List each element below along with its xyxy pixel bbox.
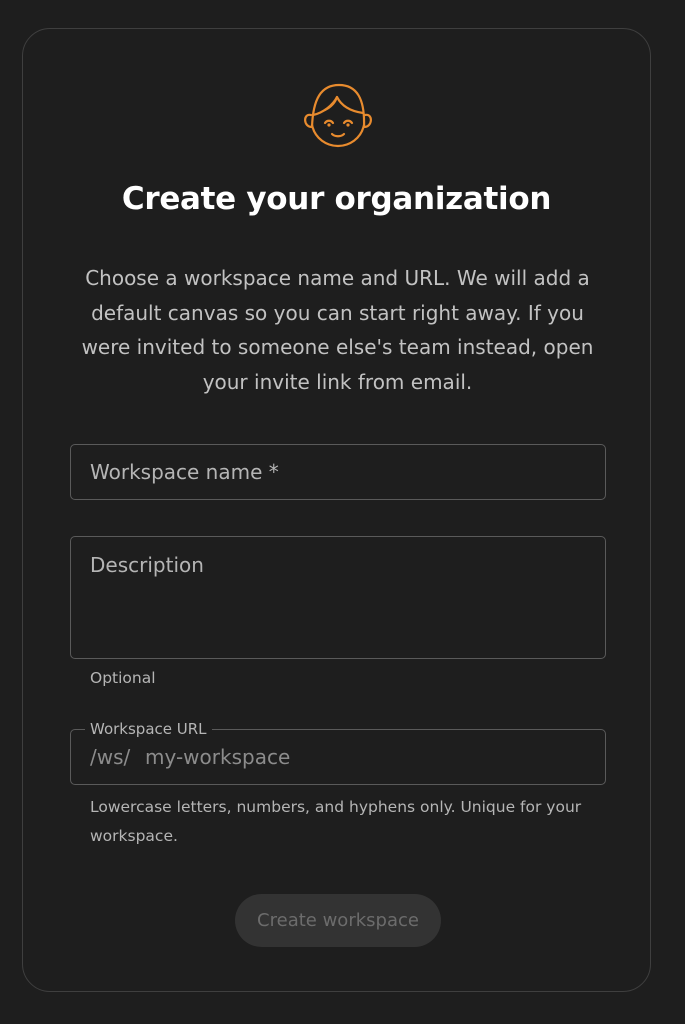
create-organization-card: Create your organization Choose a worksp… <box>22 28 651 992</box>
workspace-url-prefix: /ws/ <box>90 745 131 769</box>
workspace-name-placeholder: Workspace name * <box>90 460 279 484</box>
workspace-url-input[interactable] <box>145 740 585 774</box>
description-helper-text: Optional <box>90 669 156 687</box>
workspace-url-helper-text: Lowercase letters, numbers, and hyphens … <box>90 798 582 845</box>
page-title: Create your organization <box>121 181 552 217</box>
workspace-url-label: Workspace URL <box>85 719 212 739</box>
description-field[interactable]: Description <box>70 536 606 659</box>
description-placeholder: Description <box>90 553 204 577</box>
workspace-url-field[interactable]: Workspace URL /ws/ <box>70 719 606 785</box>
workspace-name-field[interactable]: Workspace name * <box>70 444 606 500</box>
create-workspace-button[interactable]: Create workspace <box>235 894 441 947</box>
smiling-face-icon <box>304 83 372 148</box>
intro-text: Choose a workspace name and URL. We will… <box>81 266 594 394</box>
